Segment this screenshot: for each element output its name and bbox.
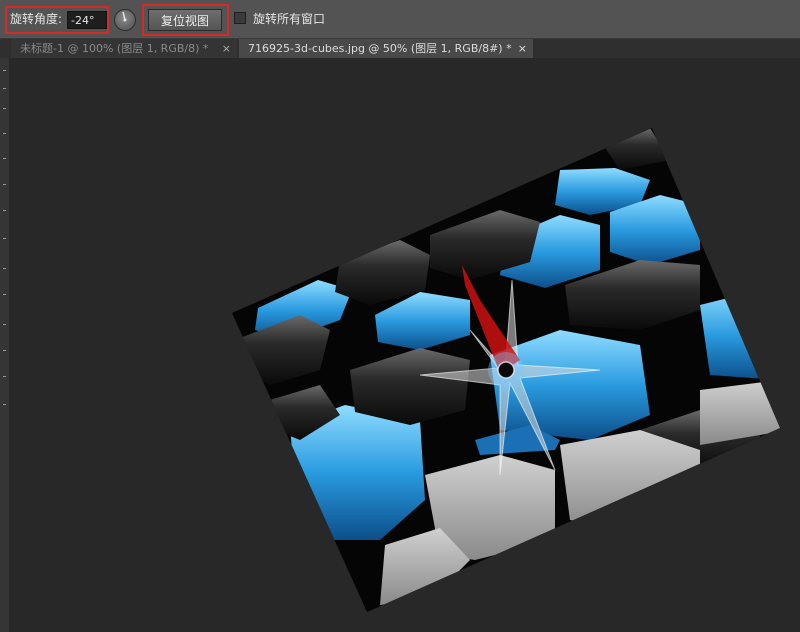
vertical-ruler [0, 58, 9, 632]
reset-view-button[interactable]: 复位视图 [148, 9, 222, 31]
rotated-document-image [232, 128, 780, 612]
document-tab-bar: 未标题-1 @ 100% (图层 1, RGB/8) * × 716925-3d… [0, 39, 800, 59]
canvas-workspace[interactable] [9, 58, 800, 632]
tab-untitled-1[interactable]: 未标题-1 @ 100% (图层 1, RGB/8) * × [11, 39, 237, 58]
tab-label: 未标题-1 @ 100% (图层 1, RGB/8) * [20, 42, 209, 55]
options-bar: 旋转角度: 复位视图 旋转所有窗口 [0, 0, 800, 39]
tab-close-icon[interactable]: × [518, 39, 527, 58]
rotate-dial-icon[interactable] [114, 9, 136, 31]
rotate-angle-label: 旋转角度: [10, 12, 63, 26]
rotate-all-windows-label: 旋转所有窗口 [253, 12, 326, 26]
tab-close-icon[interactable]: × [222, 39, 231, 58]
tab-label: 716925-3d-cubes.jpg @ 50% (图层 1, RGB/8#)… [248, 42, 512, 55]
tab-3d-cubes[interactable]: 716925-3d-cubes.jpg @ 50% (图层 1, RGB/8#)… [239, 39, 533, 58]
rotate-all-windows-checkbox[interactable] [234, 12, 246, 24]
rotate-angle-input[interactable] [67, 11, 107, 29]
